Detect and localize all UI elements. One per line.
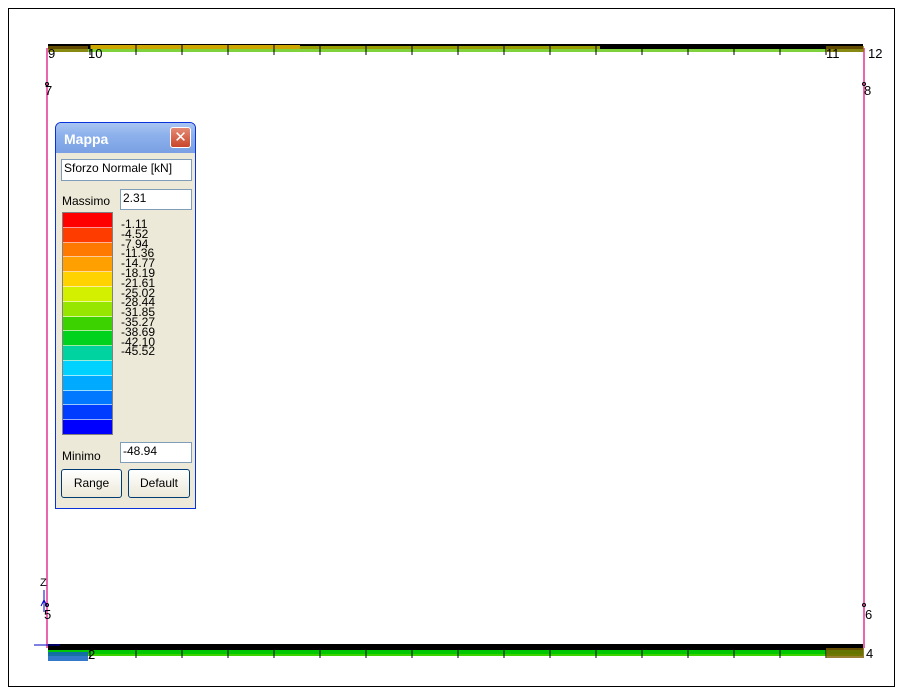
top-beam xyxy=(48,44,864,55)
scale-band xyxy=(63,242,112,258)
node-label-9: 9 xyxy=(48,46,56,61)
scale-band xyxy=(63,286,112,302)
scale-band xyxy=(63,301,112,317)
default-button[interactable]: Default xyxy=(128,469,190,498)
scale-band xyxy=(63,257,112,273)
scale-band xyxy=(63,405,112,421)
scale-value: -45.52 xyxy=(121,344,156,359)
scale-band xyxy=(63,420,112,434)
scale-band xyxy=(63,375,112,391)
scale-band xyxy=(63,331,112,347)
scale-values: -1.11 -4.52 -7.94 -11.36 -14.77 -18.19 -21.61-… xyxy=(121,218,156,359)
node-label-2: 2 xyxy=(88,647,96,662)
close-button[interactable]: ✕ xyxy=(170,127,191,148)
min-value-field[interactable]: -48.94 xyxy=(120,442,192,463)
scale-band xyxy=(63,272,112,287)
node-label-5: 5 xyxy=(44,607,52,622)
node-label-7: 7 xyxy=(45,83,53,98)
axis-z-label: Z xyxy=(40,577,47,589)
scale-band xyxy=(63,316,112,332)
scale-band xyxy=(63,227,112,243)
node-label-8: 8 xyxy=(864,83,872,98)
right-support-hatch xyxy=(826,648,864,658)
node-label-6: 6 xyxy=(865,607,873,622)
node-label-11: 11 xyxy=(826,46,840,61)
bottom-beam xyxy=(48,644,864,661)
mappa-window[interactable]: Mappa ✕ Sforzo Normale [kN] Massimo 2.31… xyxy=(55,122,196,509)
scale-band xyxy=(63,390,112,406)
left-support-hatch xyxy=(48,652,88,661)
scale-band xyxy=(63,360,112,376)
scale-band xyxy=(63,346,112,361)
min-label: Minimo xyxy=(62,449,101,463)
node-label-4: 4 xyxy=(866,646,874,661)
range-button[interactable]: Range xyxy=(61,469,122,498)
max-value-field[interactable]: 2.31 xyxy=(120,189,192,210)
max-label: Massimo xyxy=(62,194,111,208)
quantity-field[interactable]: Sforzo Normale [kN] xyxy=(61,159,192,181)
node-label-12: 12 xyxy=(868,46,883,61)
mappa-titlebar[interactable]: Mappa ✕ xyxy=(56,123,195,153)
window-title: Mappa xyxy=(64,131,109,147)
scale-band xyxy=(63,213,112,228)
color-scale-legend xyxy=(62,212,113,435)
node-label-10: 10 xyxy=(88,46,103,61)
close-icon: ✕ xyxy=(174,128,187,146)
